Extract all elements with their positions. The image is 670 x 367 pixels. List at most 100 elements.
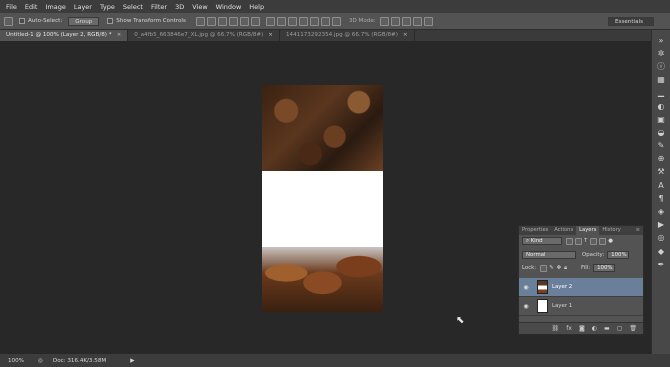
trash-icon[interactable]: 🗑︎ xyxy=(629,325,637,332)
menu-file[interactable]: File xyxy=(6,3,17,11)
character-icon[interactable]: A xyxy=(657,181,666,190)
tab-layers[interactable]: Layers xyxy=(576,226,600,235)
lock-paint-icon[interactable]: ✎ xyxy=(549,265,554,271)
navigator-icon[interactable]: ◒ xyxy=(657,128,666,137)
close-icon[interactable]: × xyxy=(117,32,122,38)
layer-row-layer-2[interactable]: ◉ Layer 2 xyxy=(519,278,643,297)
3d-icon[interactable]: ◈ xyxy=(657,208,666,216)
layers-panel: Properties Actions Layers History ≡ ⌕ Ki… xyxy=(518,225,644,335)
distribute-right-icon[interactable] xyxy=(320,16,330,26)
opacity-field[interactable]: 100% xyxy=(607,251,630,259)
visibility-eye-icon[interactable]: ◉ xyxy=(519,303,533,310)
lock-move-icon[interactable]: ✥ xyxy=(557,265,562,271)
auto-select-checkbox[interactable] xyxy=(19,18,25,24)
filter-smart-icon[interactable] xyxy=(599,237,607,245)
workspace-dropdown[interactable]: Essentials xyxy=(608,17,654,26)
visibility-eye-icon[interactable]: ◉ xyxy=(519,284,533,291)
menu-window[interactable]: Window xyxy=(216,3,242,11)
3d-roll-icon[interactable] xyxy=(390,16,400,26)
auto-align-icon[interactable] xyxy=(331,16,341,26)
3d-scale-icon[interactable] xyxy=(423,16,433,26)
channels-icon[interactable]: ◎ xyxy=(657,234,666,242)
layer-row-layer-1[interactable]: ◉ Layer 1 xyxy=(519,297,643,316)
tab-untitled-1[interactable]: Untitled-1 @ 100% (Layer 2, RGB/8) * × xyxy=(0,30,129,41)
align-right-icon[interactable] xyxy=(250,16,260,26)
filter-adjustment-icon[interactable] xyxy=(575,237,582,245)
tab-anise-image[interactable]: 1441173292354.jpg @ 66.7% (RGB/8#) × xyxy=(280,30,415,41)
close-icon[interactable]: × xyxy=(403,32,408,38)
auto-select-dropdown[interactable]: Group xyxy=(68,16,100,26)
tab-coffee-image[interactable]: 0_a4fb5_663846e7_XL.jpg @ 66.7% (RGB/8#)… xyxy=(128,30,280,41)
menu-help[interactable]: Help xyxy=(249,3,264,11)
filter-pixel-icon[interactable] xyxy=(566,237,573,245)
menu-select[interactable]: Select xyxy=(123,3,143,11)
align-hcenter-icon[interactable] xyxy=(239,16,249,26)
lock-row: Lock: ✎ ✥ 🔒︎ Fill: 100% xyxy=(522,264,642,272)
paths-icon[interactable]: ✒ xyxy=(657,260,666,269)
align-vcenter-icon[interactable] xyxy=(206,16,216,26)
adjustment-icon[interactable]: ◐ xyxy=(592,325,597,332)
color-wheel-icon[interactable]: ✲ xyxy=(657,49,666,58)
transform-controls-label: Show Transform Controls xyxy=(116,18,186,24)
lock-all-icon[interactable]: 🔒︎ xyxy=(564,265,567,272)
adjustments-icon[interactable]: ◐ xyxy=(657,102,666,111)
mask-icon[interactable]: ◙ xyxy=(579,325,585,332)
tab-properties[interactable]: Properties xyxy=(519,226,551,235)
menu-edit[interactable]: Edit xyxy=(25,3,38,11)
star-anise-image xyxy=(262,247,383,312)
folder-icon[interactable]: ▬ xyxy=(604,325,610,332)
layer-name: Layer 2 xyxy=(552,284,573,290)
styles-icon[interactable]: ▣ xyxy=(657,115,666,124)
move-tool-icon[interactable] xyxy=(4,16,13,26)
menu-layer[interactable]: Layer xyxy=(74,3,92,11)
filter-toggle-icon[interactable]: ● xyxy=(608,238,613,244)
filter-kind-dropdown[interactable]: ⌕ Kind xyxy=(522,237,562,245)
zoom-level[interactable]: 100% xyxy=(8,358,24,364)
document-canvas[interactable] xyxy=(262,85,383,312)
distribute-vcenter-icon[interactable] xyxy=(276,16,286,26)
fx-icon[interactable]: fx xyxy=(566,325,572,332)
status-options-icon[interactable]: ◎ xyxy=(38,358,43,364)
3d-pan-icon[interactable] xyxy=(401,16,411,26)
mouse-cursor-icon: ⬉ xyxy=(456,315,465,326)
align-bottom-icon[interactable] xyxy=(217,16,227,26)
timeline-icon[interactable]: ▶ xyxy=(657,221,666,229)
3d-rotate-icon[interactable] xyxy=(379,16,389,26)
new-layer-icon[interactable]: ▢ xyxy=(617,325,623,332)
layers-icon[interactable]: ◆ xyxy=(657,247,666,256)
filter-type-icon[interactable]: T xyxy=(584,238,587,244)
tab-actions[interactable]: Actions xyxy=(551,226,576,235)
menu-3d[interactable]: 3D xyxy=(175,3,184,11)
align-top-icon[interactable] xyxy=(195,16,205,26)
clone-source-icon[interactable]: ⊕ xyxy=(657,155,666,163)
tool-presets-icon[interactable]: ⚒ xyxy=(657,168,666,176)
status-menu-arrow-icon[interactable]: ▶ xyxy=(130,358,134,364)
distribute-hcenter-icon[interactable] xyxy=(309,16,319,26)
distribute-top-icon[interactable] xyxy=(265,16,275,26)
collapse-icon[interactable]: » xyxy=(657,36,666,45)
menu-view[interactable]: View xyxy=(192,3,207,11)
histogram-icon[interactable]: ▁ xyxy=(657,89,666,97)
blend-mode-dropdown[interactable]: Normal xyxy=(522,251,576,259)
distribute-bottom-icon[interactable] xyxy=(287,16,297,26)
right-panel-dock: » ✲ ⓘ ▦ ▁ ◐ ▣ ◒ ✎ ⊕ ⚒ A ¶ ◈ ▶ ◎ ◆ ✒ xyxy=(651,30,670,354)
align-left-icon[interactable] xyxy=(228,16,238,26)
fill-field[interactable]: 100% xyxy=(593,264,616,272)
swatches-icon[interactable]: ▦ xyxy=(657,76,666,84)
info-icon[interactable]: ⓘ xyxy=(657,62,666,71)
menu-image[interactable]: Image xyxy=(45,3,65,11)
3d-slide-icon[interactable] xyxy=(412,16,422,26)
transform-controls-checkbox[interactable] xyxy=(107,18,114,24)
menu-type[interactable]: Type xyxy=(100,3,115,11)
brush-icon[interactable]: ✎ xyxy=(657,142,666,150)
tab-history[interactable]: History xyxy=(599,226,623,235)
menu-filter[interactable]: Filter xyxy=(151,3,167,11)
layer-thumbnail xyxy=(537,280,548,294)
lock-transparent-icon[interactable] xyxy=(540,264,548,272)
panel-menu-icon[interactable]: ≡ xyxy=(633,226,643,235)
filter-shape-icon[interactable] xyxy=(590,237,598,245)
paragraph-icon[interactable]: ¶ xyxy=(657,194,666,203)
close-icon[interactable]: × xyxy=(268,32,273,38)
distribute-left-icon[interactable] xyxy=(298,16,308,26)
link-icon[interactable]: ⛓ xyxy=(552,325,560,332)
